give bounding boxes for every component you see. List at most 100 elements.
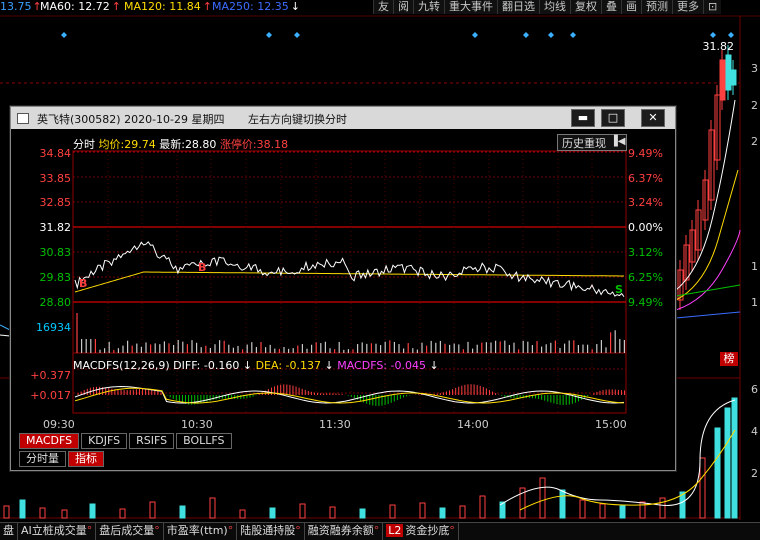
bottom-tab[interactable]: 盘 <box>0 523 18 540</box>
price-axis-label: 28.80 <box>39 296 72 309</box>
volume-bar <box>459 505 466 519</box>
bottom-tab[interactable]: 盘后成交量° <box>96 523 164 540</box>
event-marker <box>570 32 576 38</box>
bottom-tab[interactable]: L2 资金抄底° <box>383 523 459 540</box>
price-axis-label: 31.82 <box>39 221 72 234</box>
price-axis-label: 30.83 <box>39 246 72 259</box>
volume-bar <box>209 497 216 519</box>
toolbar-item-ma[interactable]: 均线 <box>539 0 570 14</box>
tab-bollfs[interactable]: BOLLFS <box>176 433 232 449</box>
volume-bar <box>731 397 738 519</box>
volume-bar <box>559 489 566 519</box>
volume-bar <box>149 501 156 519</box>
time-label: 14:00 <box>457 418 489 431</box>
tab-rsifs[interactable]: RSIFS <box>129 433 175 449</box>
toolbar-item-you[interactable]: 友 <box>373 0 393 14</box>
tab-macdfs[interactable]: MACDFS <box>19 433 80 449</box>
price-axis-label: 32.85 <box>39 196 72 209</box>
sub-tabs: 分时量 指标 <box>19 451 106 467</box>
volume-bar <box>3 505 10 519</box>
volume-bar <box>599 503 606 519</box>
time-label: 10:30 <box>181 418 213 431</box>
volume-bar <box>61 509 68 519</box>
trade-signal: B <box>198 261 206 274</box>
macd-axis-label: +0.377 <box>30 369 71 382</box>
macd-diff: DIFF: -0.160 <box>173 359 240 372</box>
right-axis-label: 3 <box>751 62 758 75</box>
volume-axis-label: 16934 <box>36 321 71 334</box>
volume-bar <box>19 499 26 519</box>
trade-signal: B <box>79 277 87 290</box>
bottom-tab[interactable]: AI立桩成交量° <box>18 523 97 540</box>
event-marker <box>548 32 554 38</box>
info-line: 分时 均价:29.74 最新:28.80 涨停价:38.18 <box>73 136 288 152</box>
toolbar-item-adjust[interactable]: 复权 <box>570 0 601 14</box>
volume-bar <box>359 508 366 519</box>
time-label: 15:00 <box>595 418 627 431</box>
limit-price-label: 涨停价: <box>219 138 257 151</box>
limit-price-value: 38.18 <box>256 138 289 151</box>
indicator-tabs: MACDFS KDJFS RSIFS BOLLFS <box>19 433 234 449</box>
toolbar-item-nine-turn[interactable]: 九转 <box>413 0 444 14</box>
volume-axis-label: 4 <box>751 425 758 438</box>
volume-bar <box>179 505 186 519</box>
chart-frame <box>72 150 627 414</box>
event-marker <box>523 32 529 38</box>
right-axis-label: 1 <box>751 296 758 309</box>
right-axis-label: 1 <box>751 260 758 273</box>
candle <box>730 69 737 86</box>
maximize-chart-icon[interactable]: ⊡ <box>703 0 722 14</box>
volume-axis-label: 6 <box>751 383 758 396</box>
pct-axis-label: 0.00% <box>628 221 663 234</box>
bottom-tab-bar: 盘 AI立桩成交量° 盘后成交量° 市盈率(ttm)° 陆股通持股° 融资融券余… <box>0 522 760 540</box>
intraday-popup-window: 英飞特(300582) 2020-10-29 星期四 左右方向键切换分时 ▬ □… <box>10 106 676 471</box>
volume-bar <box>479 495 486 519</box>
volume-bar <box>579 499 586 519</box>
toolbar-item-draw[interactable]: 画 <box>621 0 641 14</box>
pct-axis-label: 3.12% <box>628 246 663 259</box>
volume-bar <box>389 504 396 519</box>
level2-badge: L2 <box>386 524 404 537</box>
ma60-value: MA60: 12.72 ↑ <box>40 0 121 13</box>
ma-line <box>0 324 11 331</box>
avg-price-label: 均价: <box>98 138 125 151</box>
tab-volume[interactable]: 分时量 <box>19 451 66 467</box>
pct-axis-label: 3.24% <box>628 196 663 209</box>
replay-arrow-icon[interactable]: ▐◀ <box>610 136 625 147</box>
volume-bar <box>539 477 546 519</box>
price-axis-label: 29.83 <box>39 271 72 284</box>
candle <box>719 59 726 101</box>
toolbar-item-major-events[interactable]: 重大事件 <box>444 0 497 14</box>
volume-bar <box>329 506 336 519</box>
price-line <box>74 241 625 297</box>
toolbar-item-more[interactable]: 更多 <box>672 0 703 14</box>
toolbar-item-flip-select[interactable]: 翻日选 <box>497 0 539 14</box>
toolbar-item-overlay[interactable]: 叠 <box>601 0 621 14</box>
info-label: 分时 <box>73 138 95 151</box>
event-marker <box>710 32 716 38</box>
bottom-tab[interactable]: 陆股通持股° <box>237 523 305 540</box>
tab-kdjfs[interactable]: KDJFS <box>81 433 128 449</box>
macd-value: MACDFS: -0.045 <box>337 359 426 372</box>
volume-bar <box>119 508 126 519</box>
chart-toolbar: 友 阅 九转 重大事件 翻日选 均线 复权 叠 画 预测 更多 ⊡ <box>373 0 722 14</box>
peak-price-label: 31.82 <box>702 40 735 53</box>
toolbar-item-read[interactable]: 阅 <box>393 0 413 14</box>
volume-bar <box>659 497 666 519</box>
volume-bar <box>269 507 276 519</box>
bottom-tab[interactable]: 市盈率(ttm)° <box>164 523 238 540</box>
rank-badge[interactable]: 榜 <box>720 352 738 366</box>
price-axis-label: 34.84 <box>39 147 72 160</box>
ma120-value: MA120: 11.84 ↑ <box>124 0 212 13</box>
bottom-tab[interactable]: 融资融券余额° <box>305 523 384 540</box>
volume-bar <box>299 503 306 519</box>
trade-signal: S <box>615 283 623 296</box>
volume-bar <box>419 502 426 519</box>
toolbar-item-predict[interactable]: 预测 <box>641 0 672 14</box>
event-marker <box>294 32 300 38</box>
tab-indicator[interactable]: 指标 <box>68 451 104 467</box>
avg-price-line <box>74 271 624 293</box>
volume-bar <box>619 505 626 519</box>
time-label: 09:30 <box>43 418 75 431</box>
price-axis-label: 33.85 <box>39 172 72 185</box>
